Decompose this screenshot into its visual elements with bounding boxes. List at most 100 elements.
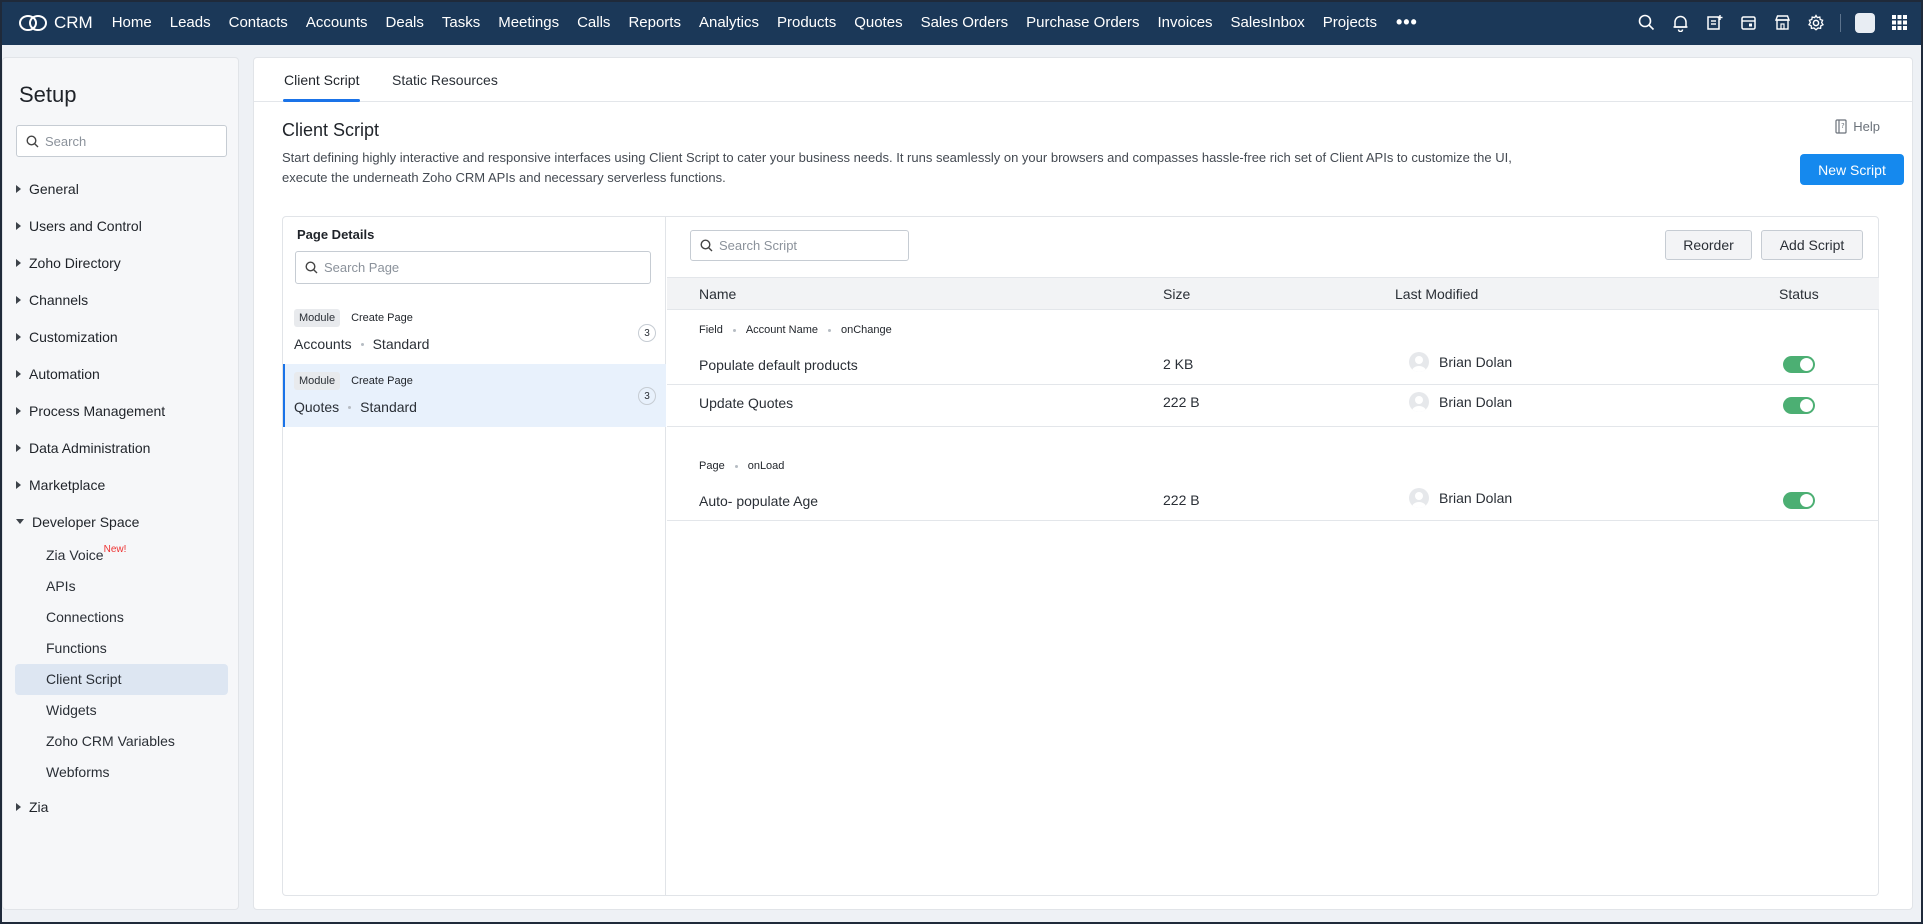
script-size: 222 B [1163,394,1200,410]
last-modified-user: Brian Dolan [1399,392,1512,412]
caret-down-icon [16,519,24,524]
caret-right-icon [16,369,21,378]
submenu-functions[interactable]: Functions [15,633,228,664]
nav-products[interactable]: Products [768,0,845,45]
menu-zoho-directory[interactable]: Zoho Directory [3,244,240,281]
page-search-box[interactable] [295,251,651,284]
menu-label: Data Administration [29,439,151,456]
menu-label: Channels [29,291,89,308]
menu-customization[interactable]: Customization [3,318,240,355]
nav-analytics[interactable]: Analytics [690,0,768,45]
menu-developer-space[interactable]: Developer Space [3,503,240,540]
nav-quotes[interactable]: Quotes [845,0,911,45]
developer-space-submenu: Zia VoiceNew! APIs Connections Functions… [3,540,240,788]
menu-automation[interactable]: Automation [3,355,240,392]
menu-marketplace[interactable]: Marketplace [3,466,240,503]
menu-label: General [29,180,79,197]
setup-search-input[interactable] [45,133,215,149]
module-name: Accounts [294,336,352,352]
page-item-quotes[interactable]: Module Create Page Quotes Standard 3 [283,364,666,427]
marketplace-store-icon[interactable] [1772,13,1792,33]
nav-meetings[interactable]: Meetings [489,0,568,45]
nav-reports[interactable]: Reports [619,0,690,45]
submenu-zoho-crm-variables[interactable]: Zoho CRM Variables [15,726,228,757]
page-search-input[interactable] [324,260,624,275]
status-toggle[interactable] [1783,492,1815,509]
user-avatar[interactable] [1855,12,1875,33]
script-name[interactable]: Auto- populate Age [699,493,818,509]
menu-zia[interactable]: Zia [3,788,240,825]
main-content: Client Script Static Resources Client Sc… [253,57,1913,910]
nav-accounts[interactable]: Accounts [297,0,377,45]
script-row[interactable]: Populate default products 2 KB Brian Dol… [667,343,1879,385]
setup-search-box[interactable] [16,125,227,157]
reorder-button[interactable]: Reorder [1665,230,1752,260]
nav-purchase-orders[interactable]: Purchase Orders [1017,0,1148,45]
user-name: Brian Dolan [1439,394,1513,410]
module-chip: Module [294,372,341,390]
nav-home[interactable]: Home [103,0,161,45]
caret-right-icon [16,332,21,341]
nav-invoices[interactable]: Invoices [1149,0,1222,45]
search-icon [26,134,39,147]
nav-salesinbox[interactable]: SalesInbox [1222,0,1314,45]
submenu-widgets[interactable]: Widgets [15,695,228,726]
search-icon[interactable] [1636,13,1656,33]
menu-users-and-control[interactable]: Users and Control [3,207,240,244]
menu-label: Zia [29,798,49,815]
page-details-title: Page Details [297,227,375,242]
help-link[interactable]: ? Help [1835,119,1880,134]
submenu-webforms[interactable]: Webforms [15,757,228,788]
more-modules-button[interactable]: ••• [1386,12,1428,33]
menu-label: Automation [29,365,100,382]
page-item-info: Accounts Standard [294,336,429,352]
crm-logo-icon [19,14,47,31]
tab-static-resources[interactable]: Static Resources [392,72,498,88]
nav-contacts[interactable]: Contacts [220,0,297,45]
script-name[interactable]: Update Quotes [699,395,793,411]
menu-general[interactable]: General [3,170,240,207]
script-row[interactable]: Auto- populate Age 222 B Brian Dolan [667,479,1879,521]
submenu-apis[interactable]: APIs [15,571,228,602]
nav-sales-orders[interactable]: Sales Orders [912,0,1018,45]
group-label-type: Field [699,324,723,336]
page-description: Start defining highly interactive and re… [282,150,1512,185]
submenu-zia-voice[interactable]: Zia VoiceNew! [15,540,228,571]
nav-tasks[interactable]: Tasks [433,0,489,45]
page-details-pane: Page Details Module Create Page Accounts… [283,217,666,895]
app-launcher-grid-icon[interactable] [1889,13,1909,33]
menu-channels[interactable]: Channels [3,281,240,318]
top-right-toolbar [1636,0,1909,45]
nav-leads[interactable]: Leads [161,0,220,45]
script-search-box[interactable] [690,230,909,261]
user-avatar-icon [1409,352,1429,372]
nav-projects[interactable]: Projects [1314,0,1386,45]
nav-calls[interactable]: Calls [568,0,619,45]
page-item-accounts[interactable]: Module Create Page Accounts Standard 3 [283,301,666,364]
script-search-input[interactable] [719,238,899,253]
new-script-button[interactable]: New Script [1800,154,1904,185]
status-toggle[interactable] [1783,356,1815,373]
script-panel: Page Details Module Create Page Accounts… [282,216,1879,896]
last-modified-user: Brian Dolan [1399,488,1512,508]
script-row[interactable]: Update Quotes 222 B Brian Dolan [667,385,1879,427]
active-tab-indicator [283,99,360,102]
new-record-icon[interactable] [1704,13,1724,33]
add-script-button[interactable]: Add Script [1761,230,1863,260]
menu-process-management[interactable]: Process Management [3,392,240,429]
submenu-connections[interactable]: Connections [15,602,228,633]
calendar-icon[interactable] [1738,13,1758,33]
crm-logo[interactable]: CRM [18,13,93,33]
submenu-client-script[interactable]: Client Script [15,664,228,695]
notifications-bell-icon[interactable] [1670,13,1690,33]
tab-client-script[interactable]: Client Script [284,72,359,88]
script-name[interactable]: Populate default products [699,357,858,373]
caret-right-icon [16,406,21,415]
caret-right-icon [16,258,21,267]
setup-sidebar: Setup General Users and Control Zoho Dir… [2,57,239,910]
settings-gear-icon[interactable] [1806,13,1826,33]
menu-data-administration[interactable]: Data Administration [3,429,240,466]
status-toggle[interactable] [1783,397,1815,414]
caret-right-icon [16,184,21,193]
nav-deals[interactable]: Deals [377,0,433,45]
